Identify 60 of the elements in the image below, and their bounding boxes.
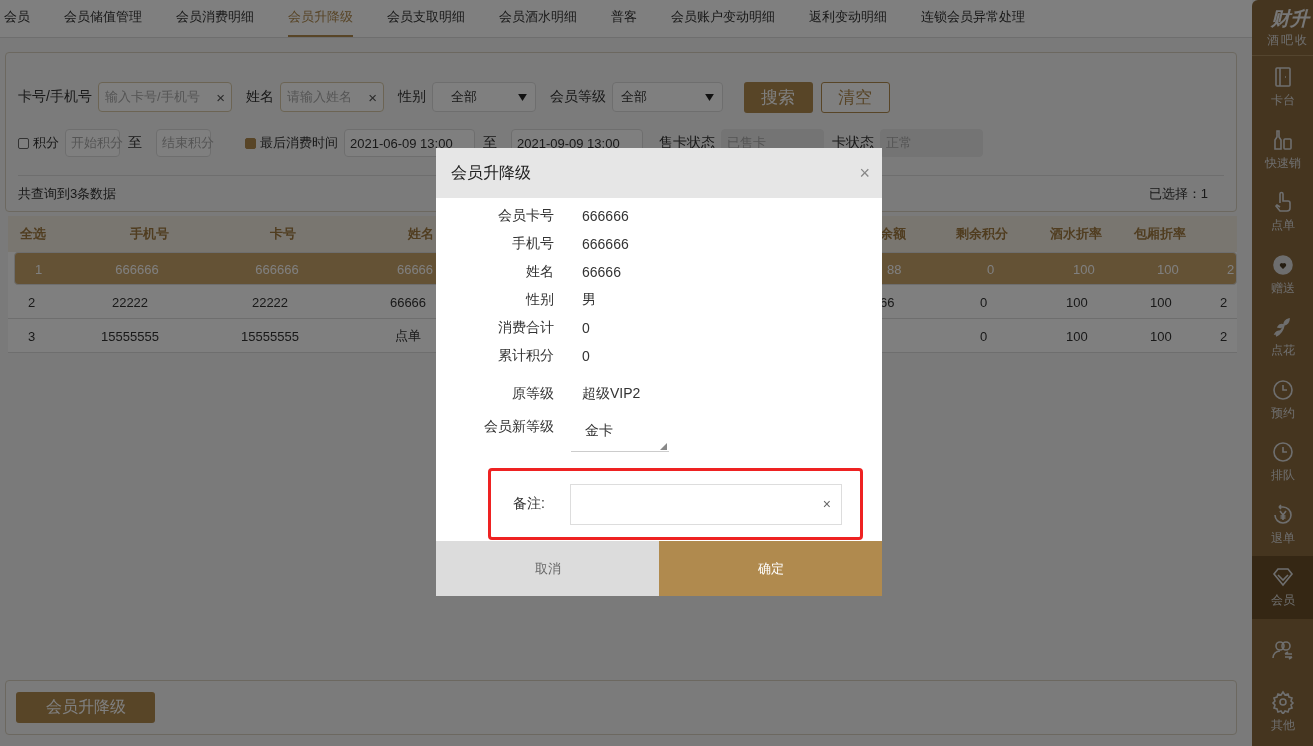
table-cell-text: 22222 <box>110 294 150 309</box>
table-cell: 100 <box>1150 328 1172 343</box>
field-value: 66666 <box>582 264 621 280</box>
table-cell: 2 <box>28 294 36 309</box>
selected-count: 已选择：1 <box>1148 184 1208 203</box>
field-label: 姓名 <box>525 263 554 281</box>
logo-text: 财升 <box>1270 7 1309 31</box>
range-separator: 至 <box>128 134 142 152</box>
field-value: 0 <box>582 320 590 336</box>
table-cell: 100 <box>1073 261 1095 276</box>
field-value: 男 <box>582 291 596 309</box>
table-cell-text: 22222 <box>250 294 290 309</box>
table-cell: 0 <box>980 294 988 309</box>
range-separator: 至 <box>483 134 497 152</box>
field-value: 666666 <box>582 208 629 224</box>
field-value: 超级VIP2 <box>582 385 641 403</box>
table-cell: 2 <box>1227 261 1235 276</box>
field-label: 备注: <box>513 495 546 513</box>
column-header: 酒水折率 <box>1050 225 1102 243</box>
result-count: 共查询到3条数据 <box>18 184 117 203</box>
field-label: 累计积分 <box>497 347 554 365</box>
table-cell: 1 <box>35 261 43 276</box>
table-cell: 100 <box>1150 294 1172 309</box>
table-cell: 2 <box>1220 328 1228 343</box>
table-cell: 100 <box>1066 328 1088 343</box>
column-header: 剩余积分 <box>956 225 1008 243</box>
table-cell: 100 <box>1157 261 1179 276</box>
logo-subtitle: 酒吧收 <box>1266 32 1309 49</box>
column-header: 姓名 <box>408 225 434 243</box>
field-label: 会员卡号 <box>497 207 554 225</box>
table-cell: 0 <box>980 328 988 343</box>
table-cell-text: 66666 <box>388 294 428 309</box>
field-label: 积分 <box>33 134 59 152</box>
table-cell-text: 66666 <box>395 261 435 276</box>
field-label: 会员新等级 <box>483 418 554 436</box>
table-cell-text: 点单 <box>394 326 422 345</box>
table-cell: 88 <box>887 261 902 276</box>
table-cell: 0 <box>987 261 995 276</box>
field-label: 性别 <box>524 291 554 309</box>
table-cell-text: 666666 <box>114 261 160 276</box>
field-label: 最后消费时间 <box>260 134 338 152</box>
field-value: 0 <box>582 348 590 364</box>
table-cell-text: 15555555 <box>100 328 160 343</box>
field-label: 姓名 <box>245 88 274 106</box>
column-header: 手机号 <box>130 225 169 243</box>
table-cell: 100 <box>1066 294 1088 309</box>
table-cell: 3 <box>28 328 36 343</box>
field-value: 666666 <box>582 236 629 252</box>
column-header: 卡号 <box>270 225 296 243</box>
field-label: 手机号 <box>511 235 554 253</box>
column-header: 包厢折率 <box>1134 225 1186 243</box>
table-cell: 2 <box>1220 294 1228 309</box>
field-label: 会员等级 <box>549 88 606 106</box>
dialog-title: 会员升降级 <box>451 162 531 183</box>
field-label: 性别 <box>397 88 426 106</box>
table-cell-text: 666666 <box>254 261 300 276</box>
field-label: 消费合计 <box>497 319 554 337</box>
field-label: 卡号/手机号 <box>18 88 92 106</box>
field-label: 原等级 <box>511 385 554 403</box>
table-cell-text: 15555555 <box>240 328 300 343</box>
